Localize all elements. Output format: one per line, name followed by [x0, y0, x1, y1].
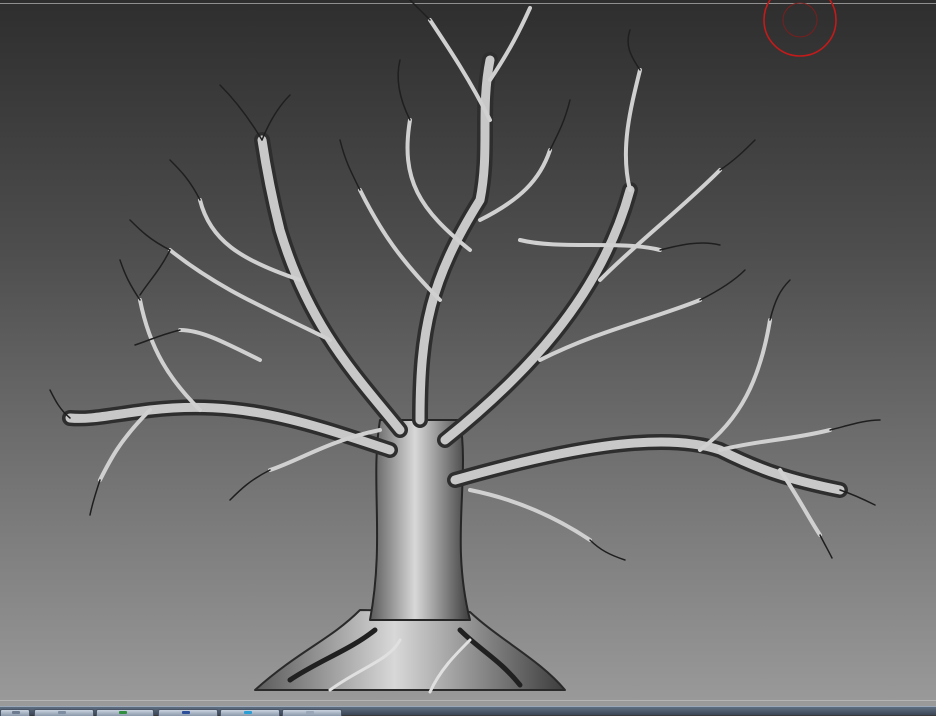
taskbar-button[interactable]: [96, 709, 154, 716]
taskbar-button[interactable]: [220, 709, 280, 716]
viewport-border: [0, 700, 936, 701]
taskbar-button[interactable]: [158, 709, 218, 716]
tree-model[interactable]: [0, 0, 936, 706]
taskbar-button[interactable]: [0, 709, 30, 716]
view-gizmo-icon[interactable]: [762, 0, 838, 60]
taskbar-button[interactable]: [282, 709, 342, 716]
3d-viewport[interactable]: [0, 0, 936, 706]
taskbar-button[interactable]: [34, 709, 94, 716]
root-mass: [254, 609, 566, 691]
